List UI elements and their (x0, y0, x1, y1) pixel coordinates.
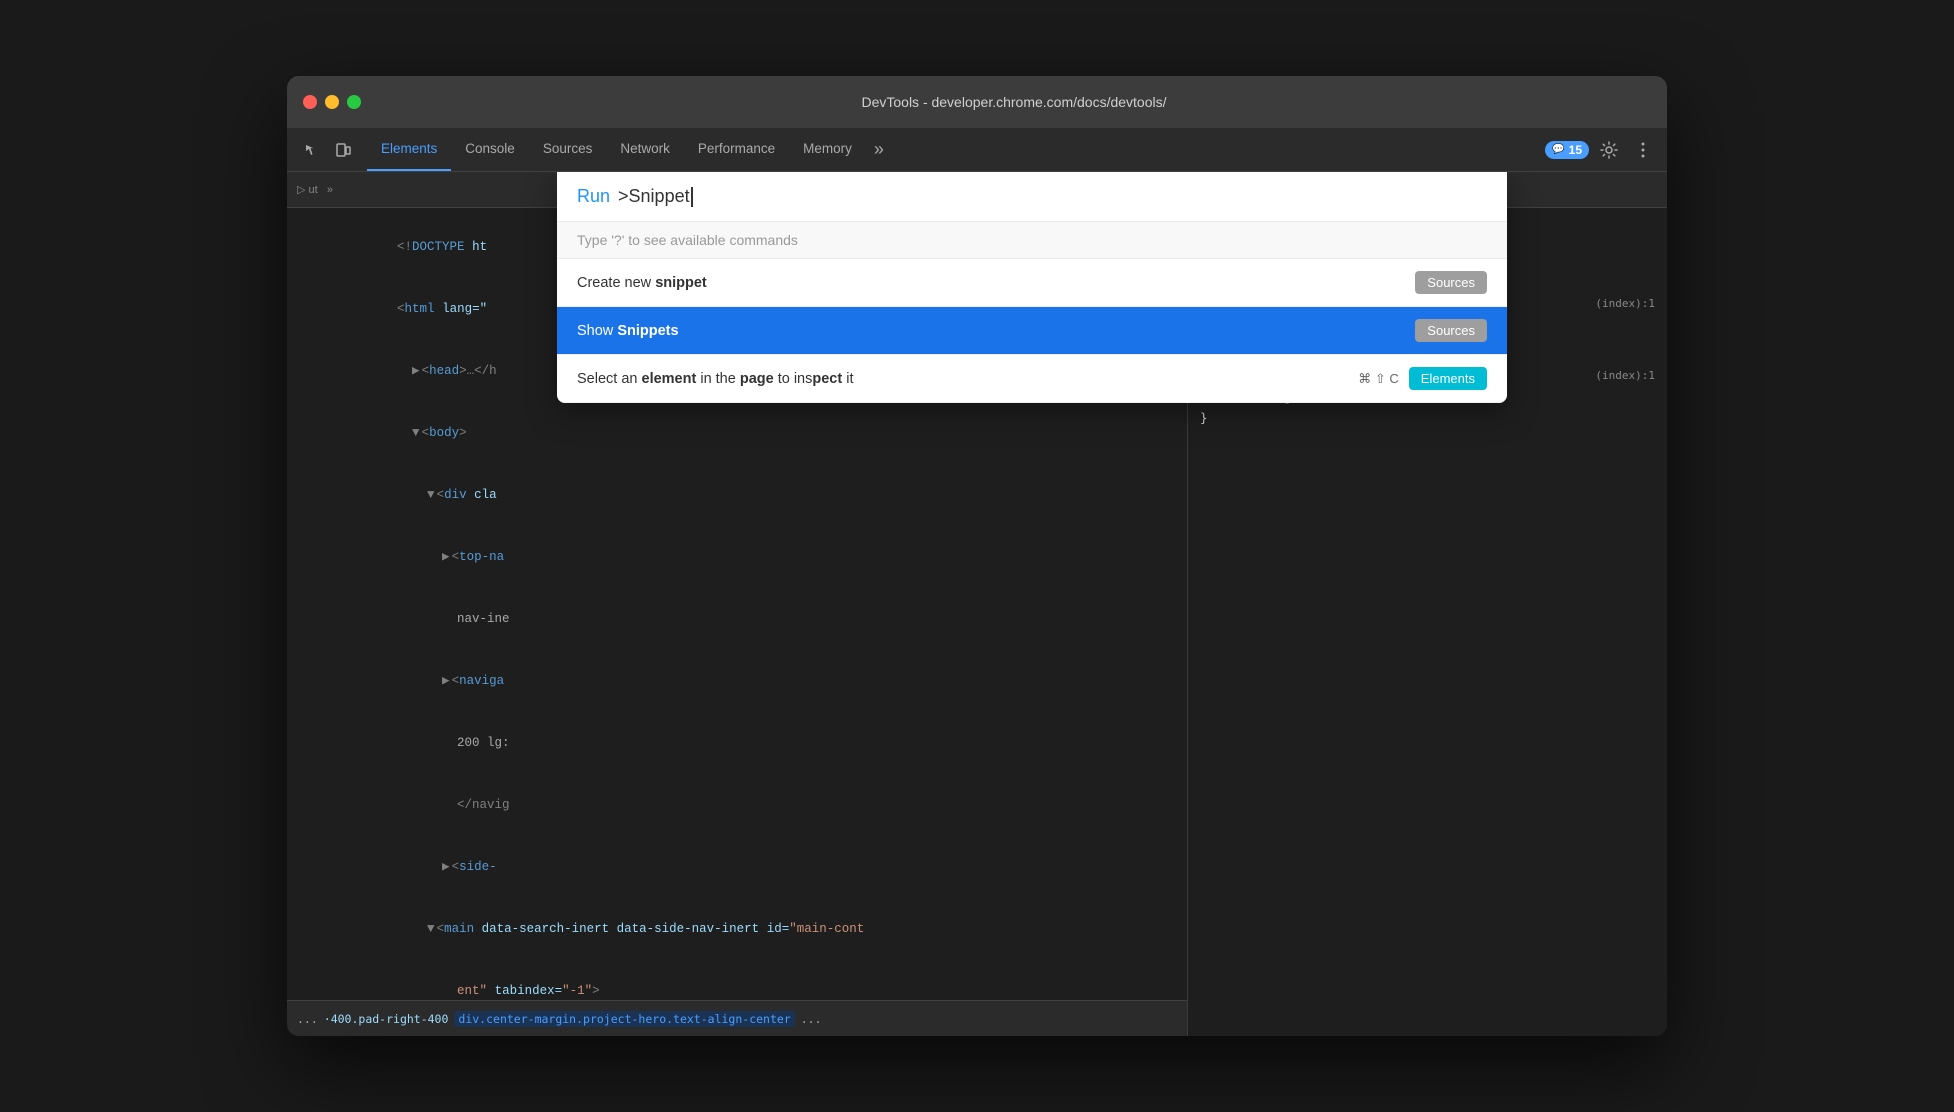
issues-icon: 💬 (1552, 144, 1564, 155)
command-item-text-3: Select an element in the page to inspect… (577, 371, 1358, 387)
tab-bar: Elements Console Sources Network Perform… (287, 128, 1667, 172)
settings-icon[interactable] (1595, 136, 1623, 164)
more-options-icon[interactable] (1629, 136, 1657, 164)
command-palette-hint: Type '?' to see available commands (557, 222, 1507, 259)
tab-bar-right: 💬 15 (1545, 136, 1667, 164)
elements-toolbar-label: ▷ ut » (297, 183, 333, 196)
command-item-create-snippet[interactable]: Create new snippet Sources (557, 259, 1507, 307)
command-badge-sources-1: Sources (1415, 271, 1487, 294)
close-button[interactable] (303, 95, 317, 109)
command-badge-sources-2: Sources (1415, 319, 1487, 342)
title-bar: DevTools - developer.chrome.com/docs/dev… (287, 76, 1667, 128)
text-cursor (691, 187, 693, 207)
command-keyboard-shortcut: ⌘ ⇧ C (1358, 371, 1399, 387)
command-item-show-snippets[interactable]: Show Snippets Sources (557, 307, 1507, 355)
maximize-button[interactable] (347, 95, 361, 109)
tab-performance[interactable]: Performance (684, 128, 789, 171)
main-tabs: Elements Console Sources Network Perform… (367, 128, 892, 171)
command-palette-input-row: Run >Snippet (557, 172, 1507, 222)
tab-console[interactable]: Console (451, 128, 529, 171)
tab-elements[interactable]: Elements (367, 128, 451, 171)
command-palette-overlay: Run >Snippet Type '?' to see available c… (557, 172, 1667, 1036)
inspect-element-icon[interactable] (297, 136, 325, 164)
command-item-select-element[interactable]: Select an element in the page to inspect… (557, 355, 1507, 403)
devtools-panel: Elements Console Sources Network Perform… (287, 128, 1667, 1036)
command-badge-elements: Elements (1409, 367, 1487, 390)
breadcrumb-item-pad[interactable]: ·400.pad-right-400 (324, 1012, 449, 1026)
tab-network[interactable]: Network (606, 128, 684, 171)
traffic-lights (303, 95, 361, 109)
breadcrumb-ellipsis: ... (297, 1012, 318, 1026)
tab-memory[interactable]: Memory (789, 128, 866, 171)
command-palette: Run >Snippet Type '?' to see available c… (557, 172, 1507, 403)
command-item-text-1: Create new snippet (577, 275, 1415, 291)
command-run-label: Run (577, 186, 610, 207)
issues-badge[interactable]: 💬 15 (1545, 141, 1589, 159)
command-item-text-2: Show Snippets (577, 323, 1415, 339)
devtools-window: DevTools - developer.chrome.com/docs/dev… (287, 76, 1667, 1036)
command-input-display[interactable]: >Snippet (618, 186, 693, 207)
tab-bar-left-icons (287, 136, 367, 164)
tab-sources[interactable]: Sources (529, 128, 607, 171)
minimize-button[interactable] (325, 95, 339, 109)
window-title: DevTools - developer.chrome.com/docs/dev… (377, 94, 1651, 110)
device-toggle-icon[interactable] (329, 136, 357, 164)
tab-overflow-button[interactable]: » (866, 139, 892, 160)
main-content-area: ▷ ut » <!DOCTYPE ht <html lang=" ▶<head>… (287, 172, 1667, 1036)
